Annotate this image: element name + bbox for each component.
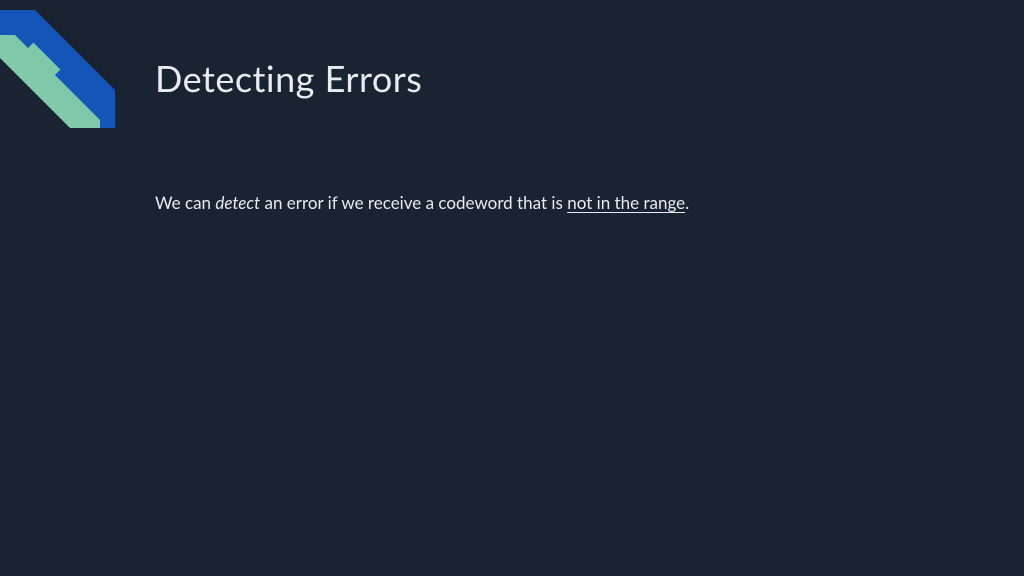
body-prefix: We can [155,192,215,213]
body-middle: an error if we receive a codeword that i… [260,192,567,213]
body-detect-word: detect [215,192,260,213]
body-suffix: . [685,192,689,213]
slide-title: Detecting Errors [155,56,422,100]
body-underlined-phrase: not in the range [567,192,685,213]
slide-body-text: We can detect an error if we receive a c… [155,190,689,216]
corner-decoration-icon [0,0,130,130]
